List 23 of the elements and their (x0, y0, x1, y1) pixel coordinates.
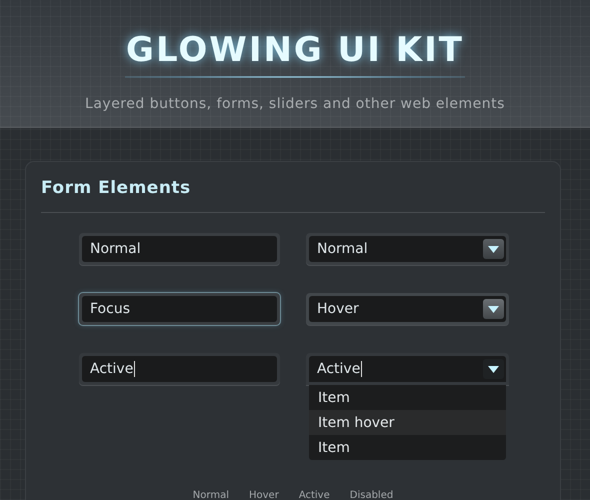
panel-title: Form Elements (41, 178, 191, 198)
page-title: GLOWING UI KIT (126, 30, 464, 70)
triangle-down-icon (488, 246, 499, 252)
select-field[interactable]: Normal (306, 233, 509, 265)
menu-item[interactable]: Item (309, 435, 506, 460)
legend-label: Disabled (350, 490, 394, 500)
menu-item[interactable]: Item hover (309, 410, 506, 435)
dropdown-button[interactable] (483, 359, 504, 379)
page-subtitle: Layered buttons, forms, sliders and other web elements (85, 96, 505, 112)
dropdown-button[interactable] (483, 239, 504, 259)
text-cursor (361, 361, 362, 377)
triangle-down-icon (488, 306, 499, 312)
legend-label: Active (298, 490, 330, 500)
text-field[interactable]: Focus (79, 293, 280, 325)
select-field[interactable]: Active (306, 353, 509, 385)
text-field[interactable]: Active (79, 353, 280, 385)
menu-item[interactable]: Item (309, 385, 506, 410)
legend-label: Hover (248, 490, 279, 500)
legend-label: Normal (192, 490, 229, 500)
triangle-down-icon (488, 366, 499, 372)
select-field[interactable]: Hover (306, 293, 509, 325)
text-field[interactable]: Normal (79, 233, 280, 265)
dropdown-button[interactable] (483, 299, 504, 319)
